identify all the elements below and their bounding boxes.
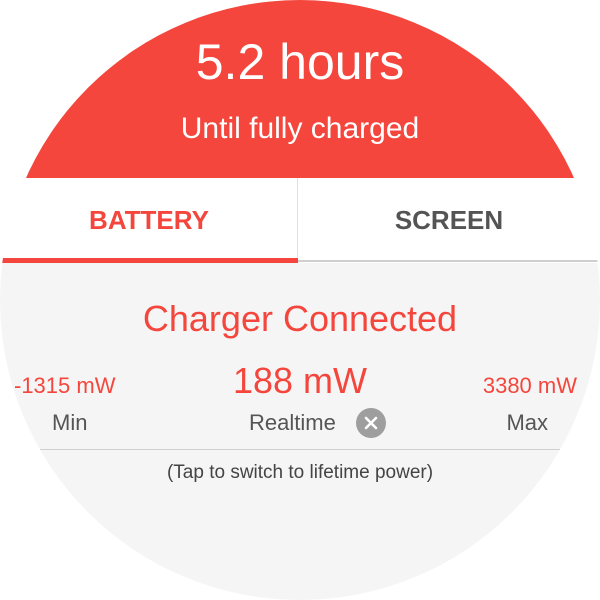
lifetime-power-hint[interactable]: (Tap to switch to lifetime power)	[0, 461, 600, 485]
charge-time-header: 5.2 hours Until fully charged	[0, 0, 600, 178]
time-remaining: 5.2 hours	[195, 34, 405, 90]
charger-status: Charger Connected	[142, 298, 458, 339]
divider	[40, 449, 560, 450]
close-icon	[364, 416, 378, 430]
tab-underline	[298, 260, 600, 262]
realtime-label: Realtime	[249, 410, 336, 435]
max-label: Max	[506, 410, 548, 435]
tab-screen[interactable]: SCREEN	[298, 178, 600, 263]
charge-subtitle: Until fully charged	[180, 112, 420, 145]
tab-bar: BATTERY SCREEN	[0, 178, 600, 263]
watch-face: 5.2 hours Until fully charged BATTERY SC…	[0, 0, 600, 600]
min-label: Min	[52, 410, 88, 435]
max-power-value: 3380 mW	[482, 373, 577, 398]
tab-battery[interactable]: BATTERY	[0, 178, 298, 263]
close-circle-icon[interactable]	[356, 408, 386, 438]
tab-active-indicator	[0, 258, 298, 263]
